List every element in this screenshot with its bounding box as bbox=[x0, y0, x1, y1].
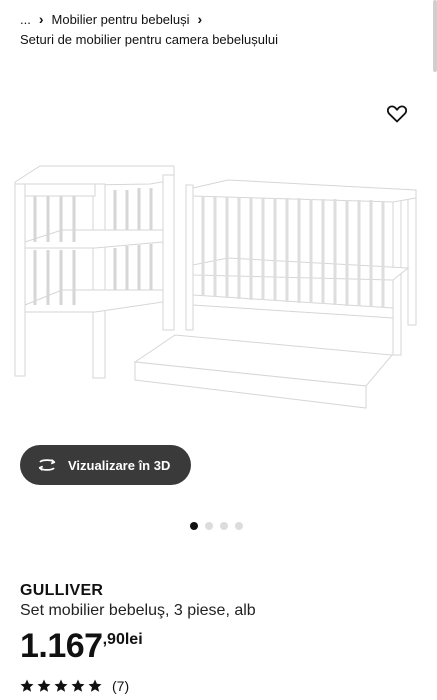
product-name: GULLIVER bbox=[20, 582, 104, 599]
star-icon bbox=[88, 679, 102, 692]
breadcrumb-subcategory-link[interactable]: Seturi de mobilier pentru camera bebeluș… bbox=[20, 32, 278, 47]
product-price: 1.167 ,90 lei bbox=[20, 626, 143, 666]
star-icon bbox=[54, 679, 68, 692]
carousel-dot[interactable] bbox=[205, 522, 213, 530]
product-image[interactable] bbox=[0, 90, 437, 450]
view-3d-button[interactable]: Vizualizare în 3D bbox=[20, 445, 191, 485]
rating-stars bbox=[20, 679, 102, 693]
price-currency: lei bbox=[124, 631, 143, 648]
breadcrumb-category-link[interactable]: Mobilier pentru bebeluși bbox=[52, 12, 190, 27]
chevron-right-icon: › bbox=[197, 11, 203, 27]
product-rating[interactable]: (7) bbox=[20, 678, 129, 694]
carousel-dot[interactable] bbox=[190, 522, 198, 530]
carousel-dot[interactable] bbox=[235, 522, 243, 530]
product-illustration bbox=[14, 165, 417, 409]
product-description: Set mobilier bebeluş, 3 piese, alb bbox=[20, 602, 256, 619]
star-icon bbox=[37, 679, 51, 692]
chevron-right-icon: › bbox=[38, 11, 44, 27]
favorite-button[interactable] bbox=[384, 101, 410, 127]
price-decimal: ,90 bbox=[102, 631, 125, 648]
carousel-dot[interactable] bbox=[220, 522, 228, 530]
breadcrumb: ... › Mobilier pentru bebeluși › bbox=[20, 10, 210, 28]
carousel-dots bbox=[190, 522, 243, 530]
view-3d-label: Vizualizare în 3D bbox=[68, 457, 171, 473]
heart-outline-icon bbox=[387, 105, 407, 123]
price-integer: 1.167 bbox=[20, 627, 103, 665]
star-icon bbox=[71, 679, 85, 692]
review-count: (7) bbox=[112, 678, 130, 694]
breadcrumb-ellipsis[interactable]: ... bbox=[20, 12, 31, 27]
rotate-3d-icon bbox=[36, 457, 58, 473]
scrollbar[interactable] bbox=[433, 0, 437, 72]
star-icon bbox=[20, 679, 34, 692]
